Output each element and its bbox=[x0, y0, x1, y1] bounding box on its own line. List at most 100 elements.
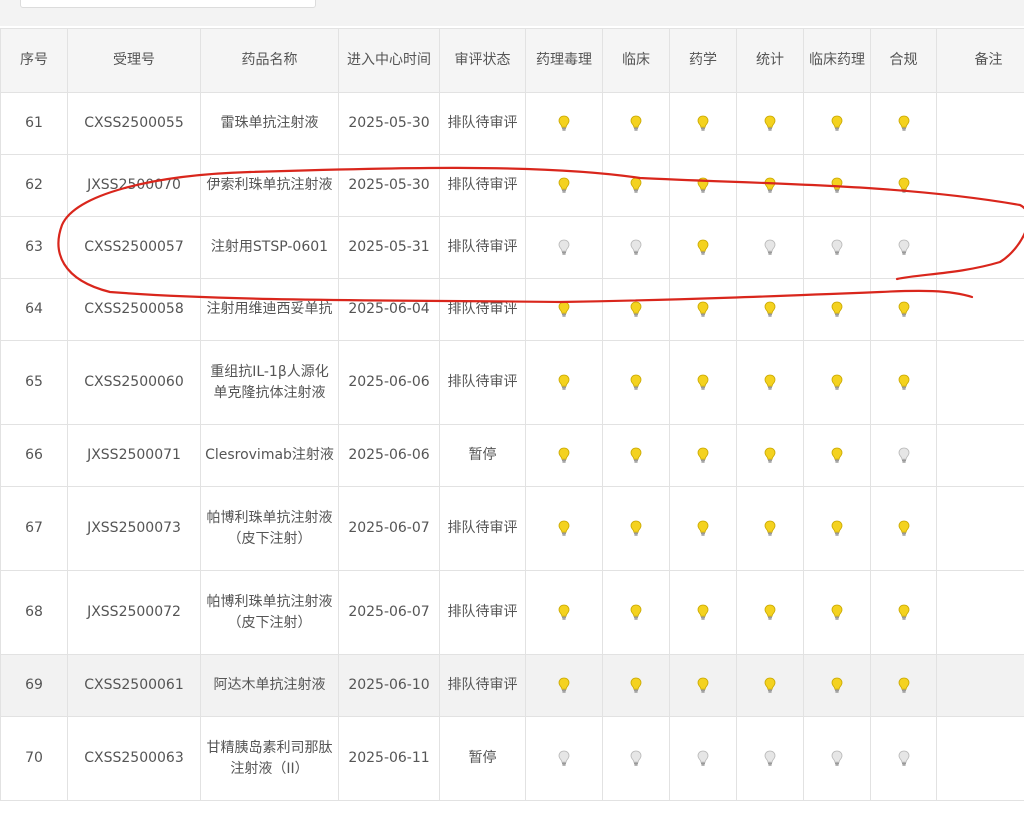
lightbulb-icon bbox=[630, 520, 642, 536]
lightbulb-icon bbox=[831, 301, 843, 317]
search-input[interactable] bbox=[20, 0, 316, 8]
cell-review-step bbox=[669, 570, 737, 655]
lightbulb-icon bbox=[697, 177, 709, 193]
table-row: 61 CXSS2500055 雷珠单抗注射液 2025-05-30 排队待审评 bbox=[0, 92, 1024, 155]
lightbulb-icon bbox=[630, 115, 642, 131]
cell-accept-no: CXSS2500063 bbox=[67, 716, 201, 801]
lightbulb-icon bbox=[558, 301, 570, 317]
cell-review-step bbox=[602, 340, 670, 425]
cell-seq: 64 bbox=[0, 278, 68, 341]
cell-accept-no: JXSS2500071 bbox=[67, 424, 201, 487]
cell-review-step bbox=[602, 424, 670, 487]
lightbulb-icon bbox=[764, 750, 776, 766]
cell-entry-date: 2025-06-11 bbox=[338, 716, 440, 801]
lightbulb-icon bbox=[697, 447, 709, 463]
lightbulb-icon bbox=[764, 239, 776, 255]
table-header-row: 序号 受理号 药品名称 进入中心时间 审评状态 药理毒理 临床 药学 统计 临床… bbox=[0, 28, 1024, 93]
cell-remark bbox=[936, 278, 1024, 341]
cell-review-step bbox=[525, 486, 603, 571]
table-row: 65 CXSS2500060 重组抗IL-1β人源化单克隆抗体注射液 2025-06-… bbox=[0, 340, 1024, 425]
lightbulb-icon bbox=[558, 604, 570, 620]
cell-review-status: 排队待审评 bbox=[439, 570, 526, 655]
cell-review-step bbox=[525, 278, 603, 341]
cell-entry-date: 2025-05-31 bbox=[338, 216, 440, 279]
lightbulb-icon bbox=[831, 115, 843, 131]
cell-seq: 66 bbox=[0, 424, 68, 487]
lightbulb-icon bbox=[697, 604, 709, 620]
lightbulb-icon bbox=[764, 677, 776, 693]
cell-review-step bbox=[525, 716, 603, 801]
cell-drug-name: 帕博利珠单抗注射液（皮下注射） bbox=[200, 486, 339, 571]
review-table: 序号 受理号 药品名称 进入中心时间 审评状态 药理毒理 临床 药学 统计 临床… bbox=[0, 28, 1024, 801]
cell-entry-date: 2025-05-30 bbox=[338, 154, 440, 217]
cell-accept-no: JXSS2500070 bbox=[67, 154, 201, 217]
cell-review-step bbox=[736, 570, 804, 655]
table-row: 67 JXSS2500073 帕博利珠单抗注射液（皮下注射） 2025-06-07 排队… bbox=[0, 486, 1024, 571]
lightbulb-icon bbox=[764, 301, 776, 317]
cell-review-step bbox=[870, 486, 937, 571]
header-clinical: 临床 bbox=[602, 28, 670, 93]
lightbulb-icon bbox=[558, 677, 570, 693]
lightbulb-icon bbox=[898, 520, 909, 536]
lightbulb-icon bbox=[630, 604, 642, 620]
cell-accept-no: JXSS2500072 bbox=[67, 570, 201, 655]
cell-remark bbox=[936, 340, 1024, 425]
lightbulb-icon bbox=[697, 750, 709, 766]
cell-drug-name: 雷珠单抗注射液 bbox=[200, 92, 339, 155]
lightbulb-icon bbox=[697, 677, 709, 693]
lightbulb-icon bbox=[558, 750, 570, 766]
lightbulb-icon bbox=[831, 520, 843, 536]
cell-review-step bbox=[669, 424, 737, 487]
cell-review-step bbox=[736, 486, 804, 571]
lightbulb-icon bbox=[898, 239, 909, 255]
cell-drug-name: 重组抗IL-1β人源化单克隆抗体注射液 bbox=[200, 340, 339, 425]
cell-entry-date: 2025-06-07 bbox=[338, 570, 440, 655]
cell-entry-date: 2025-06-06 bbox=[338, 424, 440, 487]
cell-remark bbox=[936, 216, 1024, 279]
cell-seq: 63 bbox=[0, 216, 68, 279]
cell-review-step bbox=[602, 570, 670, 655]
cell-review-step bbox=[870, 92, 937, 155]
cell-review-step bbox=[736, 154, 804, 217]
cell-review-step bbox=[525, 654, 603, 717]
cell-remark bbox=[936, 570, 1024, 655]
cell-accept-no: JXSS2500073 bbox=[67, 486, 201, 571]
lightbulb-icon bbox=[630, 301, 642, 317]
cell-review-step bbox=[803, 92, 871, 155]
table-row: 68 JXSS2500072 帕博利珠单抗注射液（皮下注射） 2025-06-07 排队… bbox=[0, 570, 1024, 655]
lightbulb-icon bbox=[558, 177, 570, 193]
cell-review-step bbox=[736, 278, 804, 341]
header-entry-date: 进入中心时间 bbox=[338, 28, 440, 93]
cell-review-step bbox=[602, 716, 670, 801]
header-clinical-pharm: 临床药理 bbox=[803, 28, 871, 93]
cell-review-step bbox=[669, 216, 737, 279]
top-bar bbox=[0, 0, 1024, 26]
cell-review-step bbox=[602, 216, 670, 279]
cell-seq: 70 bbox=[0, 716, 68, 801]
cell-review-step bbox=[525, 570, 603, 655]
cell-review-step bbox=[870, 278, 937, 341]
lightbulb-icon bbox=[764, 177, 776, 193]
lightbulb-icon bbox=[697, 239, 709, 255]
lightbulb-icon bbox=[558, 374, 570, 390]
cell-accept-no: CXSS2500061 bbox=[67, 654, 201, 717]
cell-seq: 68 bbox=[0, 570, 68, 655]
cell-review-step bbox=[870, 340, 937, 425]
cell-drug-name: 甘精胰岛素利司那肽注射液（II） bbox=[200, 716, 339, 801]
header-seq: 序号 bbox=[0, 28, 68, 93]
cell-review-step bbox=[870, 570, 937, 655]
cell-entry-date: 2025-06-10 bbox=[338, 654, 440, 717]
lightbulb-icon bbox=[831, 447, 843, 463]
cell-review-step bbox=[870, 716, 937, 801]
cell-entry-date: 2025-06-06 bbox=[338, 340, 440, 425]
header-accept-no: 受理号 bbox=[67, 28, 201, 93]
lightbulb-icon bbox=[898, 604, 909, 620]
cell-review-step bbox=[736, 216, 804, 279]
cell-review-step bbox=[602, 92, 670, 155]
cell-seq: 69 bbox=[0, 654, 68, 717]
cell-review-step bbox=[669, 654, 737, 717]
lightbulb-icon bbox=[831, 677, 843, 693]
cell-review-step bbox=[602, 278, 670, 341]
cell-review-step bbox=[803, 216, 871, 279]
lightbulb-icon bbox=[898, 677, 909, 693]
